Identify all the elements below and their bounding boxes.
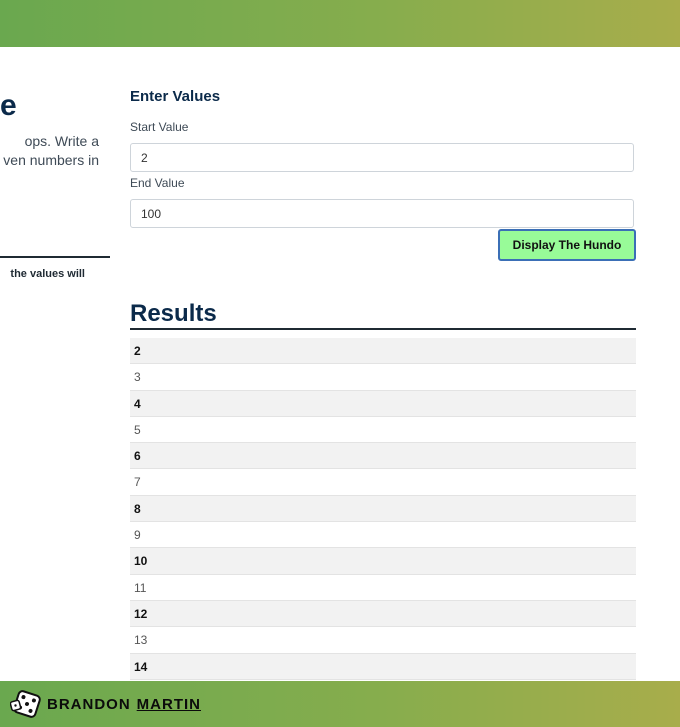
results-heading: Results <box>130 300 217 327</box>
note-text: the values will <box>10 268 85 280</box>
dice-icon <box>10 690 41 718</box>
form-heading: Enter Values <box>130 88 221 105</box>
footer-bar: BRANDON MARTIN <box>0 681 680 727</box>
end-value-input[interactable] <box>130 199 634 228</box>
page-title: e <box>0 89 17 122</box>
display-button[interactable]: Display The Hundo <box>498 229 636 261</box>
result-row: 11 <box>130 574 636 601</box>
result-row: 6 <box>130 443 636 470</box>
top-header-bar <box>0 0 680 47</box>
start-value-input[interactable] <box>130 143 634 172</box>
result-row: 14 <box>130 653 636 680</box>
description-line: ops. Write a <box>24 133 99 149</box>
result-row: 12 <box>130 600 636 628</box>
result-row: 8 <box>130 495 636 523</box>
brand-first-name: BRANDON <box>47 696 131 713</box>
end-value-label: End Value <box>130 176 185 190</box>
footer-brand[interactable]: BRANDON MARTIN <box>47 696 201 713</box>
result-row: 10 <box>130 548 636 575</box>
results-list: 2 3 4 5 6 7 8 9 10 11 12 13 14 <box>130 338 636 680</box>
description-line: ven numbers in <box>3 152 99 168</box>
intro-panel: e ops. Write a ven numbers in the values… <box>0 47 112 681</box>
brand-last-name: MARTIN <box>136 696 201 713</box>
section-divider <box>0 256 110 258</box>
result-row: 13 <box>130 627 636 654</box>
result-row: 3 <box>130 364 636 391</box>
result-row: 4 <box>130 390 636 417</box>
results-divider <box>130 328 636 330</box>
result-row: 7 <box>130 469 636 496</box>
result-row: 9 <box>130 522 636 549</box>
result-row: 2 <box>130 338 636 365</box>
result-row: 5 <box>130 416 636 444</box>
start-value-label: Start Value <box>130 120 189 134</box>
